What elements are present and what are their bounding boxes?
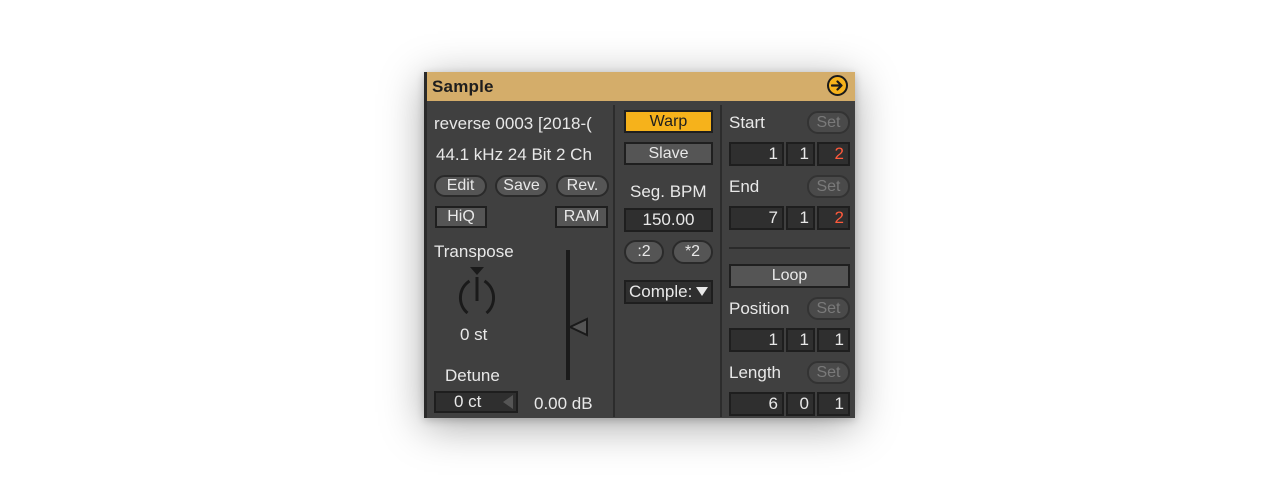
detune-field[interactable]: 0 ct bbox=[434, 391, 518, 413]
position-beats-field[interactable]: 1 bbox=[786, 328, 815, 352]
warp-mode-value: Comple: bbox=[629, 282, 693, 301]
detune-label: Detune bbox=[445, 366, 500, 385]
start-sixteenths-field[interactable]: 2 bbox=[817, 142, 850, 166]
column-divider bbox=[720, 105, 722, 417]
column-divider bbox=[613, 105, 615, 417]
transpose-label: Transpose bbox=[434, 242, 514, 261]
device-body: reverse 0003 [2018-( 44.1 kHz 24 Bit 2 C… bbox=[424, 101, 855, 418]
warp-mode-dropdown[interactable]: Comple: bbox=[624, 280, 713, 304]
start-set-button[interactable]: Set bbox=[807, 111, 850, 134]
start-bars-field[interactable]: 1 bbox=[729, 142, 784, 166]
transpose-knob[interactable] bbox=[447, 265, 507, 325]
length-set-button[interactable]: Set bbox=[807, 361, 850, 384]
arrow-right-circle-icon bbox=[831, 80, 843, 91]
length-sixteenths-field[interactable]: 1 bbox=[817, 392, 850, 416]
hiq-toggle[interactable]: HiQ bbox=[435, 206, 487, 228]
sample-device-panel: Sample reverse 0003 [2018-( 44.1 kHz 24 … bbox=[424, 72, 855, 418]
seg-bpm-label: Seg. BPM bbox=[630, 182, 707, 201]
position-label: Position bbox=[729, 299, 790, 318]
detune-value: 0 ct bbox=[454, 392, 482, 411]
slave-toggle[interactable]: Slave bbox=[624, 142, 713, 165]
transpose-value: 0 st bbox=[460, 325, 488, 344]
volume-slider-track[interactable] bbox=[566, 250, 570, 380]
warp-toggle[interactable]: Warp bbox=[624, 110, 713, 133]
sample-name: reverse 0003 [2018-( bbox=[434, 114, 592, 133]
end-sixteenths-field[interactable]: 2 bbox=[817, 206, 850, 230]
sample-format: 44.1 kHz 24 Bit 2 Ch bbox=[436, 145, 592, 164]
length-label: Length bbox=[729, 363, 781, 382]
halve-tempo-button[interactable]: :2 bbox=[624, 240, 664, 264]
position-sixteenths-field[interactable]: 1 bbox=[817, 328, 850, 352]
hotswap-button[interactable] bbox=[827, 75, 848, 96]
position-set-button[interactable]: Set bbox=[807, 297, 850, 320]
volume-slider-handle-icon[interactable] bbox=[568, 317, 590, 337]
ram-toggle[interactable]: RAM bbox=[555, 206, 608, 228]
section-divider bbox=[729, 247, 850, 249]
triangle-left-icon bbox=[503, 395, 513, 409]
edit-button[interactable]: Edit bbox=[434, 175, 487, 197]
volume-value: 0.00 dB bbox=[534, 394, 593, 413]
device-title: Sample bbox=[432, 77, 494, 96]
start-label: Start bbox=[729, 113, 765, 132]
knob-arc-right bbox=[483, 279, 496, 315]
seg-bpm-field[interactable]: 150.00 bbox=[624, 208, 713, 232]
start-beats-field[interactable]: 1 bbox=[786, 142, 815, 166]
loop-toggle[interactable]: Loop bbox=[729, 264, 850, 288]
triangle-down-icon bbox=[696, 287, 708, 296]
end-beats-field[interactable]: 1 bbox=[786, 206, 815, 230]
end-set-button[interactable]: Set bbox=[807, 175, 850, 198]
end-bars-field[interactable]: 7 bbox=[729, 206, 784, 230]
position-bars-field[interactable]: 1 bbox=[729, 328, 784, 352]
device-title-bar[interactable]: Sample bbox=[424, 72, 855, 101]
end-label: End bbox=[729, 177, 760, 196]
length-beats-field[interactable]: 0 bbox=[786, 392, 815, 416]
save-button[interactable]: Save bbox=[495, 175, 548, 197]
reverse-button[interactable]: Rev. bbox=[556, 175, 609, 197]
knob-indicator-triangle-icon bbox=[470, 267, 484, 275]
double-tempo-button[interactable]: *2 bbox=[672, 240, 713, 264]
length-bars-field[interactable]: 6 bbox=[729, 392, 784, 416]
knob-arc-left bbox=[458, 279, 471, 315]
